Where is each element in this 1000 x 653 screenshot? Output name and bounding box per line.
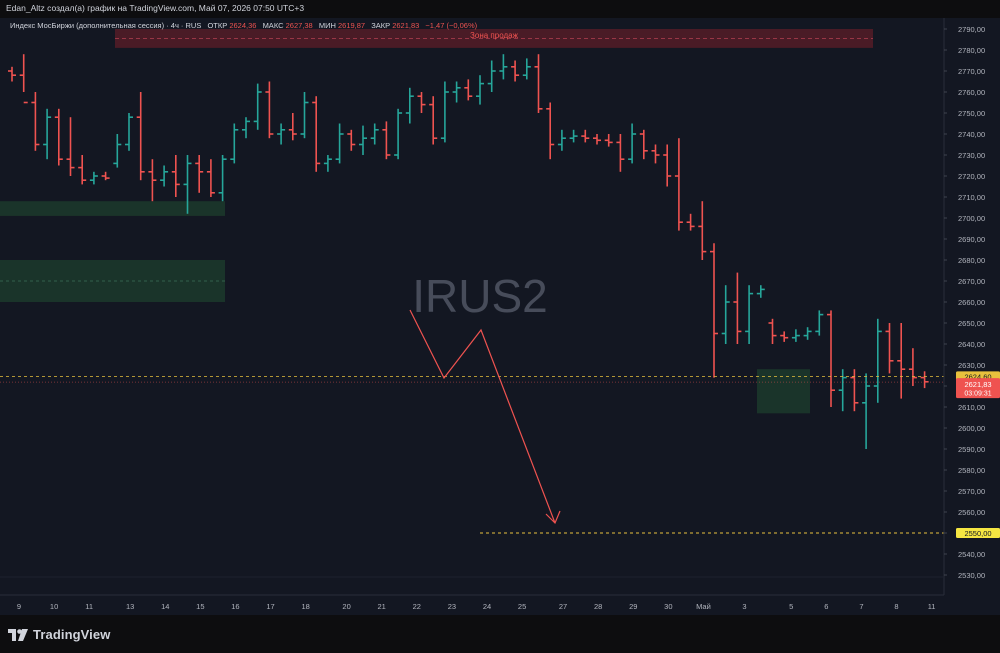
tradingview-logo[interactable]: TradingView xyxy=(8,627,110,642)
time-tick-label: 25 xyxy=(518,602,526,611)
symbol-watermark: IRUS2 xyxy=(412,270,547,322)
legend-instrument: Индекс МосБиржи (дополнительная сессия) … xyxy=(10,21,201,30)
price-tick-label: 2690,00 xyxy=(958,235,985,244)
price-tick-label: 2750,00 xyxy=(958,109,985,118)
price-tick-label: 2790,00 xyxy=(958,25,985,34)
time-axis-bg xyxy=(0,595,1000,615)
price-tick-label: 2700,00 xyxy=(958,214,985,223)
price-axis[interactable]: 2790,00 2780,00 2770,00 2760,00 2750,00 2740,… xyxy=(943,18,1000,595)
time-tick-label: 3 xyxy=(742,602,746,611)
price-tick-label: 2590,00 xyxy=(958,445,985,454)
price-tick-label: 2610,00 xyxy=(958,403,985,412)
time-tick-label: 11 xyxy=(928,602,936,611)
time-tick-label: 23 xyxy=(448,602,456,611)
legend-open-value: 2624,36 xyxy=(229,21,256,30)
chart-canvas[interactable]: Зона продаж IRUS2 2790,002780,002770,002… xyxy=(0,0,1000,615)
price-tick-label: 2570,00 xyxy=(958,487,985,496)
time-tick-label: 6 xyxy=(824,602,828,611)
time-tick-label: 10 xyxy=(50,602,58,611)
price-tick-label: 2730,00 xyxy=(958,151,985,160)
time-tick-label: 28 xyxy=(594,602,602,611)
time-tick-label: 22 xyxy=(413,602,421,611)
price-tick-label: 2720,00 xyxy=(958,172,985,181)
time-tick-label: Май xyxy=(696,602,711,611)
price-tick-label: 2740,00 xyxy=(958,130,985,139)
legend-low-label: МИН xyxy=(319,21,336,30)
time-tick-label: 9 xyxy=(17,602,21,611)
time-tick-label: 11 xyxy=(85,602,93,611)
sell-zone-label: Зона продаж xyxy=(470,31,519,40)
footer: TradingView xyxy=(0,615,1000,653)
time-tick-label: 17 xyxy=(266,602,274,611)
legend-close-label: ЗАКР xyxy=(371,21,390,30)
price-tick-label: 2760,00 xyxy=(958,88,985,97)
tradingview-logo-icon xyxy=(8,628,28,641)
target-price-badge: 2550,00 xyxy=(964,529,991,538)
time-tick-label: 24 xyxy=(483,602,491,611)
legend-high-value: 2627,38 xyxy=(286,21,313,30)
price-tick-label: 2650,00 xyxy=(958,319,985,328)
countdown-badge: 03:09:31 xyxy=(964,391,991,398)
time-tick-label: 20 xyxy=(342,602,350,611)
time-tick-label: 14 xyxy=(161,602,169,611)
price-tick-label: 2640,00 xyxy=(958,340,985,349)
legend-open-label: ОТКР xyxy=(207,21,227,30)
support-zone xyxy=(0,201,225,216)
time-tick-label: 18 xyxy=(301,602,309,611)
price-tick-label: 2770,00 xyxy=(958,67,985,76)
price-tick-label: 2560,00 xyxy=(958,508,985,517)
price-tick-label: 2630,00 xyxy=(958,361,985,370)
legend-high-label: МАКС xyxy=(263,21,285,30)
time-tick-label: 21 xyxy=(378,602,386,611)
support-zone xyxy=(0,260,225,302)
price-tick-label: 2710,00 xyxy=(958,193,985,202)
time-tick-label: 27 xyxy=(559,602,567,611)
time-tick-label: 8 xyxy=(894,602,898,611)
legend-line: Индекс МосБиржи (дополнительная сессия) … xyxy=(10,21,478,30)
time-tick-label: 7 xyxy=(859,602,863,611)
legend-close-value: 2621,83 xyxy=(392,21,419,30)
time-tick-label: 30 xyxy=(664,602,672,611)
price-tick-label: 2580,00 xyxy=(958,466,985,475)
time-tick-label: 13 xyxy=(126,602,134,611)
svg-text:Индекс МосБиржи (дополнительна: Индекс МосБиржи (дополнительная сессия) … xyxy=(10,21,478,30)
author-bar: Edan_Altz создал(а) график на TradingVie… xyxy=(0,0,1000,18)
time-tick-label: 16 xyxy=(231,602,239,611)
price-tick-label: 2680,00 xyxy=(958,256,985,265)
legend-change: −1,47 (−0,06%) xyxy=(425,21,477,30)
price-tick-label: 2600,00 xyxy=(958,424,985,433)
time-tick-label: 15 xyxy=(196,602,204,611)
price-tick-label: 2670,00 xyxy=(958,277,985,286)
legend-low-value: 2619,87 xyxy=(338,21,365,30)
close-price-badge: 2621,83 xyxy=(964,380,991,389)
price-tick-label: 2530,00 xyxy=(958,571,985,580)
time-tick-label: 29 xyxy=(629,602,637,611)
price-tick-label: 2540,00 xyxy=(958,550,985,559)
support-zone xyxy=(757,369,810,414)
time-tick-label: 5 xyxy=(789,602,793,611)
author-line: Edan_Altz создал(а) график на TradingVie… xyxy=(6,3,305,13)
price-tick-label: 2660,00 xyxy=(958,298,985,307)
tradingview-brand: TradingView xyxy=(33,627,111,642)
price-tick-label: 2780,00 xyxy=(958,46,985,55)
